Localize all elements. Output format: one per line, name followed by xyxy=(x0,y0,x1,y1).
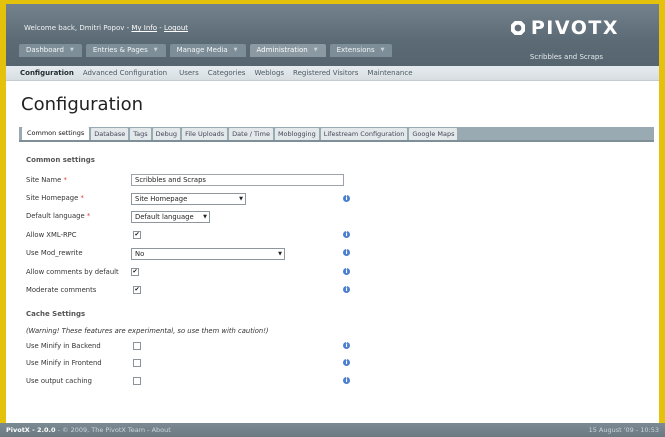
welcome-text: Welcome back, Dmitri Popov - My Info - L… xyxy=(24,24,188,32)
default-language-label: Default language * xyxy=(26,212,90,220)
pivotx-logo-icon xyxy=(510,21,525,35)
default-language-value: Default language xyxy=(135,213,194,221)
allow-comments-label: Allow comments by default xyxy=(26,268,119,276)
tab-google-maps[interactable]: Google Maps xyxy=(409,128,458,140)
info-icon[interactable]: i xyxy=(343,286,350,293)
footer-credits: PivotX - 2.0.0 - © 2009, The PivotX Team… xyxy=(6,426,171,434)
site-homepage-label: Site Homepage * xyxy=(26,194,84,202)
main-nav-label: Entries & Pages xyxy=(92,46,148,54)
my-info-link[interactable]: My Info xyxy=(131,24,157,32)
subnav-advanced-configuration[interactable]: Advanced Configuration xyxy=(83,69,167,77)
footer-timestamp: 15 August '09 - 10:53 xyxy=(588,426,659,434)
main-nav-administration[interactable]: Administration ▼ xyxy=(249,44,326,57)
info-icon[interactable]: i xyxy=(343,377,350,384)
use-mod-rewrite-value: No xyxy=(135,250,145,258)
use-mod-rewrite-label: Use Mod_rewrite xyxy=(26,249,83,257)
main-nav-label: Administration xyxy=(256,46,308,54)
allow-comments-checkbox[interactable]: ✔ xyxy=(131,268,139,276)
sub-nav: Configuration Advanced Configuration Use… xyxy=(6,66,659,81)
site-homepage-label-text: Site Homepage xyxy=(26,194,79,202)
tab-moblogging[interactable]: Moblogging xyxy=(274,128,319,140)
chevron-down-icon: ▼ xyxy=(233,47,238,53)
chevron-down-icon: ▼ xyxy=(153,47,158,53)
chevron-down-icon: ▼ xyxy=(69,47,74,53)
tab-date-time[interactable]: Date / Time xyxy=(229,128,273,140)
output-caching-label: Use output caching xyxy=(26,377,92,385)
site-name-field[interactable]: Scribbles and Scraps xyxy=(131,174,344,186)
cache-settings-heading: Cache Settings xyxy=(26,310,86,318)
site-name-label-text: Site Name xyxy=(26,176,62,184)
subnav-categories[interactable]: Categories xyxy=(208,69,246,77)
dropdown-arrow-icon: ▼ xyxy=(239,196,243,202)
subnav-users[interactable]: Users xyxy=(179,69,199,77)
tab-lifestream-configuration[interactable]: Lifestream Configuration xyxy=(320,128,408,140)
welcome-label: Welcome back, Dmitri Popov - xyxy=(24,24,130,32)
header-bar: Welcome back, Dmitri Popov - My Info - L… xyxy=(6,4,659,66)
minify-backend-checkbox[interactable] xyxy=(133,342,141,350)
required-mark: * xyxy=(86,212,91,220)
info-icon[interactable]: i xyxy=(343,268,350,275)
required-mark: * xyxy=(63,176,67,184)
footer-version: PivotX - 2.0.0 xyxy=(6,426,56,434)
default-language-label-text: Default language xyxy=(26,212,85,220)
default-language-select[interactable]: Default language ▼ xyxy=(131,211,210,223)
info-icon[interactable]: i xyxy=(343,249,350,256)
minify-backend-label: Use Minify in Backend xyxy=(26,342,101,350)
main-nav-entries-pages[interactable]: Entries & Pages ▼ xyxy=(85,44,166,57)
main-nav-label: Manage Media xyxy=(176,46,228,54)
subnav-weblogs[interactable]: Weblogs xyxy=(254,69,284,77)
dropdown-arrow-icon: ▼ xyxy=(203,214,207,220)
main-nav-label: Dashboard xyxy=(26,46,64,54)
pivotx-admin-window: Welcome back, Dmitri Popov - My Info - L… xyxy=(6,4,659,433)
cache-warning: (Warning! These features are experimenta… xyxy=(26,327,269,335)
tab-file-uploads[interactable]: File Uploads xyxy=(182,128,228,140)
allow-xmlrpc-checkbox[interactable]: ✔ xyxy=(133,231,141,239)
minify-frontend-label: Use Minify in Frontend xyxy=(26,359,102,367)
main-nav-dashboard[interactable]: Dashboard ▼ xyxy=(19,44,82,57)
site-name-label: Site Name * xyxy=(26,176,67,184)
minify-frontend-checkbox[interactable] xyxy=(133,359,141,367)
tab-tags[interactable]: Tags xyxy=(130,128,151,140)
moderate-comments-checkbox[interactable]: ✔ xyxy=(133,286,141,294)
pivotx-logo[interactable]: PIVOTX xyxy=(510,17,619,39)
tab-database[interactable]: Database xyxy=(91,128,129,140)
output-caching-checkbox[interactable] xyxy=(133,377,141,385)
allow-xmlrpc-label: Allow XML-RPC xyxy=(26,231,77,239)
footer-copyright[interactable]: - © 2009, The PivotX Team - About xyxy=(58,426,171,434)
page-title: Configuration xyxy=(21,94,144,115)
main-nav-label: Extensions xyxy=(336,46,375,54)
main-nav: Dashboard ▼ Entries & Pages ▼ Manage Med… xyxy=(19,44,396,57)
welcome-separator: - xyxy=(159,24,162,32)
subnav-registered-visitors[interactable]: Registered Visitors xyxy=(293,69,358,77)
use-mod-rewrite-select[interactable]: No ▼ xyxy=(131,248,285,260)
tab-debug[interactable]: Debug xyxy=(152,128,181,140)
settings-tab-bar: Common settings Database Tags Debug File… xyxy=(19,127,654,142)
subnav-configuration[interactable]: Configuration xyxy=(20,69,74,77)
info-icon[interactable]: i xyxy=(343,342,350,349)
footer-bar: PivotX - 2.0.0 - © 2009, The PivotX Team… xyxy=(0,423,665,437)
dropdown-arrow-icon: ▼ xyxy=(278,251,282,257)
chevron-down-icon: ▼ xyxy=(380,47,385,53)
logo-text: PIVOTX xyxy=(530,17,619,39)
required-mark: * xyxy=(80,194,84,202)
site-homepage-select[interactable]: Site Homepage ▼ xyxy=(131,193,246,205)
tab-common-settings[interactable]: Common settings xyxy=(22,127,90,140)
main-nav-extensions[interactable]: Extensions ▼ xyxy=(329,44,393,57)
logout-link[interactable]: Logout xyxy=(164,24,188,32)
moderate-comments-label: Moderate comments xyxy=(26,286,97,294)
site-homepage-value: Site Homepage xyxy=(135,195,188,203)
subnav-maintenance[interactable]: Maintenance xyxy=(367,69,412,77)
common-settings-heading: Common settings xyxy=(26,156,95,164)
main-nav-manage-media[interactable]: Manage Media ▼ xyxy=(169,44,246,57)
site-title[interactable]: Scribbles and Scraps xyxy=(530,53,603,61)
info-icon[interactable]: i xyxy=(343,359,350,366)
info-icon[interactable]: i xyxy=(343,195,350,202)
chevron-down-icon: ▼ xyxy=(313,47,318,53)
info-icon[interactable]: i xyxy=(343,231,350,238)
